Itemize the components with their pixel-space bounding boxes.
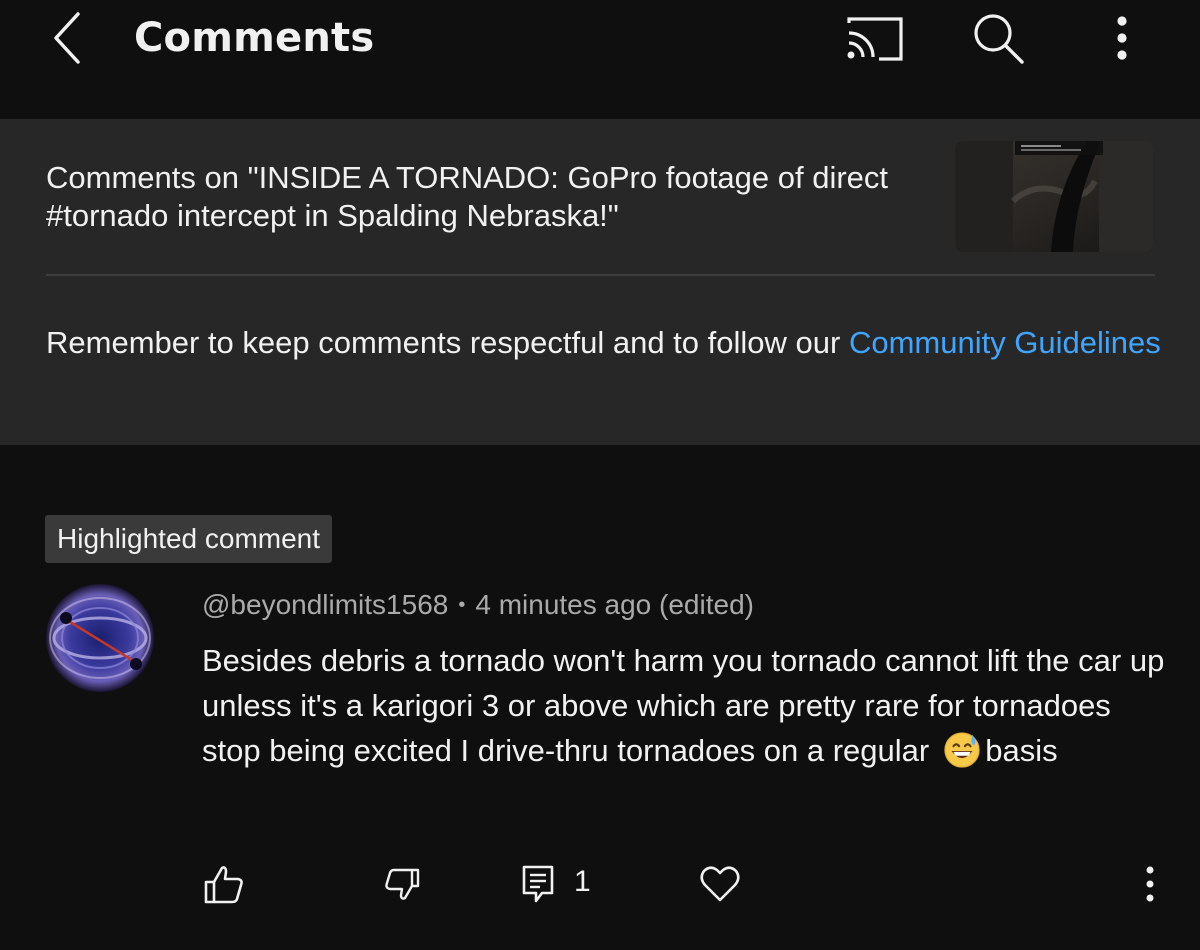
guidelines-notice: Remember to keep comments respectful and… [46, 323, 1166, 362]
top-bar: Comments [0, 0, 1200, 92]
avatar[interactable] [46, 584, 154, 692]
video-title: Comments on "INSIDE A TORNADO: GoPro foo… [46, 160, 889, 233]
comments-header-panel: Comments on "INSIDE A TORNADO: GoPro foo… [0, 119, 1200, 445]
comment-meta: @beyondlimits1568 • 4 minutes ago (edited) [202, 585, 754, 625]
back-icon [54, 12, 80, 64]
community-guidelines-link[interactable]: Community Guidelines [849, 325, 1161, 360]
guidelines-text: Remember to keep comments respectful and… [46, 325, 849, 360]
search-icon [974, 14, 1024, 64]
video-thumbnail[interactable] [955, 141, 1153, 252]
comments-page: Comments Comments on "INSIDE A TORNADO: … [0, 0, 1200, 950]
like-button[interactable] [196, 856, 252, 912]
more-vert-icon [1117, 16, 1127, 60]
cast-icon [847, 17, 903, 61]
reply-icon [522, 865, 554, 903]
reply-button[interactable] [512, 856, 564, 912]
comment-more-options-button[interactable] [1128, 856, 1172, 912]
thumbs-down-icon [385, 868, 420, 900]
comment-timestamp: 4 minutes ago (edited) [475, 589, 754, 620]
header-divider [46, 274, 1155, 276]
thumbs-up-icon [204, 866, 243, 904]
more-vert-icon [1146, 866, 1154, 902]
grinning-face-with-sweat-icon [944, 732, 980, 768]
reply-count: 1 [574, 865, 591, 898]
heart-icon [700, 866, 740, 902]
highlighted-comment-badge: Highlighted comment [45, 515, 333, 563]
heart-button[interactable] [692, 856, 748, 912]
page-title: Comments [134, 15, 375, 61]
thumbnail-image [955, 141, 1153, 252]
comment-text-end: basis [985, 733, 1058, 768]
dislike-button[interactable] [374, 856, 430, 912]
meta-separator: • [458, 594, 466, 616]
avatar-image [46, 584, 154, 692]
search-button[interactable] [966, 8, 1030, 68]
comment-body: Besides debris a tornado won't harm you … [202, 638, 1172, 773]
comment-author[interactable]: @beyondlimits1568 [202, 589, 448, 620]
cast-button[interactable] [842, 8, 906, 68]
more-options-button[interactable] [1090, 8, 1154, 68]
back-button[interactable] [36, 8, 96, 68]
